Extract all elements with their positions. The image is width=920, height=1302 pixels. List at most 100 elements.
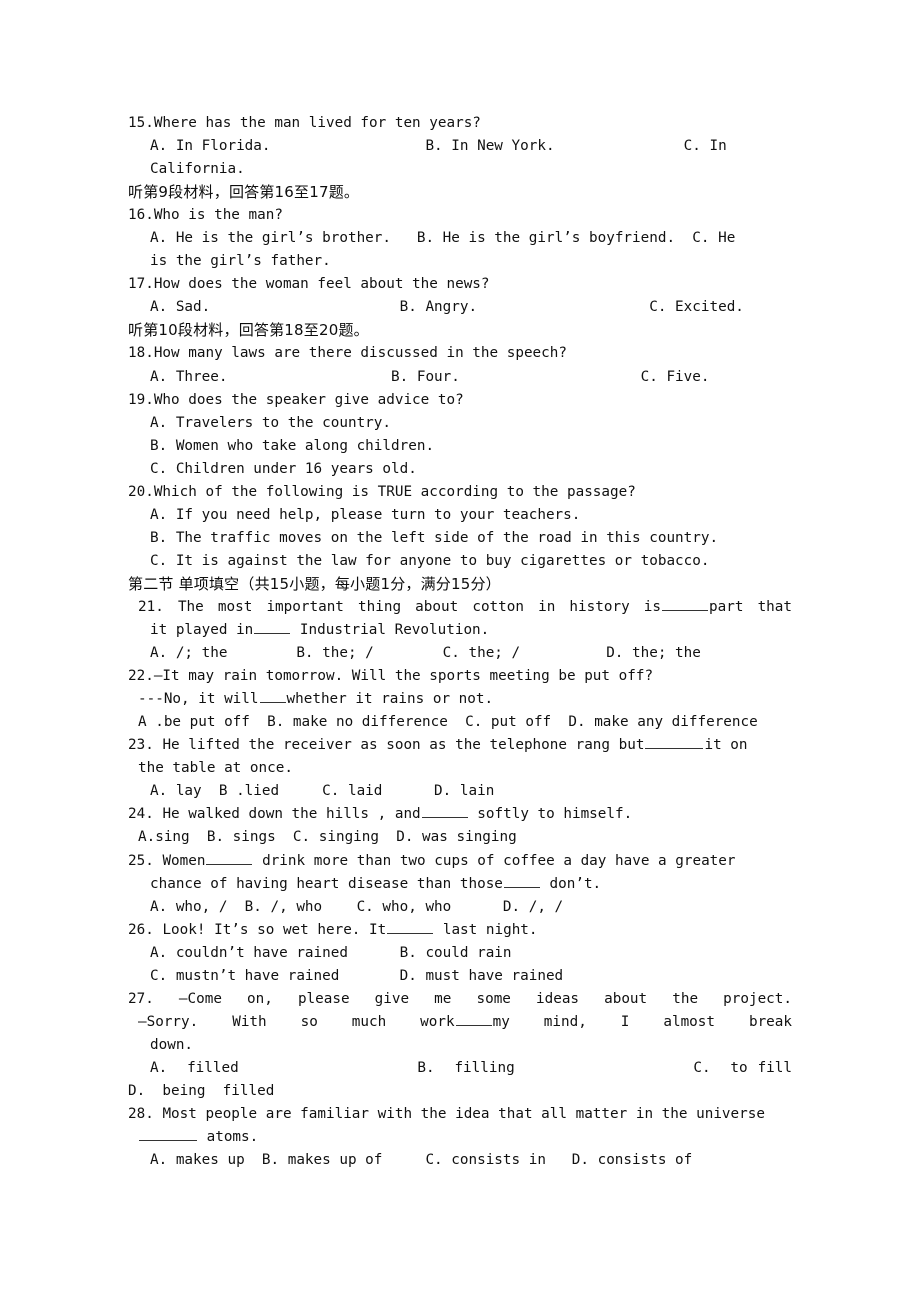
- q18-number: 18.: [128, 345, 154, 362]
- q19-stem-text: Who does the speaker give advice to?: [153, 391, 464, 408]
- q17-stem-text: How does the woman feel about the news?: [153, 276, 490, 293]
- question-16-options-line2: is the girl’s father.: [150, 253, 331, 270]
- q16-gap1: [391, 230, 417, 246]
- q22-stem-a: ---No, it will: [138, 691, 259, 708]
- q21-space2: [291, 622, 300, 638]
- question-20-stem: 20.Which of the following is TRUE accord…: [128, 481, 792, 504]
- section-two-heading: 第二节 单项填空（共15小题，每小题1分，满分15分）: [128, 574, 501, 593]
- q28-stem-text: Most people are familiar with the idea t…: [162, 1106, 765, 1123]
- q21-blank-1[interactable]: [662, 597, 709, 611]
- q26-blank-1[interactable]: [387, 920, 434, 934]
- q22-blank-1[interactable]: [259, 689, 286, 704]
- question-21-options: A. /; the B. the; / C. the; / D. the; th…: [150, 645, 701, 662]
- q24-number: 24.: [128, 806, 154, 823]
- q19-number: 19.: [128, 391, 154, 408]
- question-19-option-a: A. Travelers to the country.: [150, 414, 392, 431]
- q23-blank-1[interactable]: [645, 735, 704, 750]
- q15-number: 15.: [128, 115, 154, 131]
- question-23-options: A. lay B .lied C. laid D. lain: [150, 783, 495, 800]
- question-15-stem: 15.Where has the man lived for ten years…: [128, 112, 792, 135]
- q23-stem-b: it on: [704, 737, 748, 754]
- q21-blank-2[interactable]: [254, 620, 291, 635]
- q21-number: 21.: [138, 598, 164, 615]
- q28-blank-1[interactable]: [139, 1127, 197, 1142]
- question-23-stem-line1: 23. He lifted the receiver as soon as th…: [128, 734, 792, 757]
- q25-space2: [253, 853, 262, 869]
- question-19-stem: 19.Who does the speaker give advice to?: [128, 389, 792, 412]
- question-22-stem-line2: ---No, it will whether it rains or not.: [128, 688, 792, 711]
- exam-page: 15.Where has the man lived for ten years…: [0, 0, 920, 1302]
- question-27-options-line2: D. being filled: [128, 1082, 275, 1099]
- question-26-options-line2: C. mustn’t have rained D. must have rain…: [150, 967, 564, 984]
- question-18-stem: 18.How many laws are there discussed in …: [128, 342, 792, 365]
- q22-number: 22.: [128, 668, 154, 685]
- q27-number: 27.: [128, 990, 154, 1007]
- page-content: 15.Where has the man lived for ten years…: [128, 112, 792, 1172]
- question-17-options: A. Sad. B. Angry. C. Excited.: [150, 299, 744, 316]
- q28-space2: [198, 1129, 207, 1145]
- question-15-options: A. In Florida. B. In New York. C. In Cal…: [150, 138, 736, 178]
- q24-space2: [469, 806, 478, 822]
- q28-number: 28.: [128, 1106, 154, 1123]
- q16-number: 16.: [128, 207, 154, 224]
- q23-number: 23.: [128, 737, 154, 754]
- q17-number: 17.: [128, 276, 154, 293]
- q27-blank-1[interactable]: [455, 1012, 492, 1026]
- q21-stem-d: Industrial Revolution.: [299, 622, 490, 639]
- question-22-stem-line1: 22.—It may rain tomorrow. Will the sport…: [128, 665, 792, 688]
- q28-stem-b: atoms.: [206, 1129, 259, 1146]
- question-21-stem-line2: it played in Industrial Revolution.: [128, 619, 792, 642]
- question-20-option-b: B. The traffic moves on the left side of…: [150, 529, 719, 546]
- question-20-option-a: A. If you need help, please turn to your…: [150, 506, 581, 523]
- q26-space2: [434, 922, 443, 938]
- q15-stem-text: Where has the man lived for ten years?: [153, 115, 481, 131]
- q16-stem-text: Who is the man?: [153, 207, 283, 224]
- q27-stem-text: —Come on, please give me some ideas abou…: [178, 990, 792, 1007]
- q25-blank-1[interactable]: [206, 850, 253, 865]
- question-23-stem-line2: the table at once.: [138, 760, 293, 777]
- question-18-options: A. Three. B. Four. C. Five.: [150, 368, 710, 385]
- q25-stem-a: Women: [162, 852, 206, 869]
- question-28-options: A. makes up B. makes up of C. consists i…: [150, 1152, 693, 1169]
- q21-space1: [164, 599, 178, 615]
- question-25-stem-line2: chance of having heart disease than thos…: [128, 873, 792, 896]
- q16-gap2: [675, 230, 692, 246]
- question-27-stem-line1: 27. —Come on, please give me some ideas …: [128, 988, 792, 1011]
- q25-number: 25.: [128, 852, 154, 869]
- question-27-stem-line3: down.: [150, 1036, 194, 1053]
- q24-stem-a: He walked down the hills , and: [162, 806, 421, 823]
- q25-space3: [541, 876, 550, 892]
- question-19-option-b: B. Women who take along children.: [150, 437, 435, 454]
- question-26-options-line1: A. couldn’t have rained B. could rain: [150, 944, 512, 961]
- question-16-stem: 16.Who is the man?: [128, 204, 792, 227]
- question-16-options-line1: A. He is the girl’s brother. B. He is th…: [128, 227, 792, 250]
- q27-space1: [154, 991, 179, 1007]
- question-24-options: A.sing B. sings C. singing D. was singin…: [138, 829, 517, 846]
- question-26-stem: 26. Look! It’s so wet here. It last nigh…: [128, 919, 792, 942]
- q25-stem-c: chance of having heart disease than thos…: [150, 875, 503, 892]
- q16-option-b: B. He is the girl’s boyfriend.: [416, 230, 676, 247]
- q25-blank-2[interactable]: [503, 873, 540, 888]
- q26-number: 26.: [128, 921, 154, 938]
- listening-direction-10: 听第10段材料，回答第18至20题。: [128, 321, 369, 340]
- q22-stem-b: whether it rains or not.: [286, 691, 494, 708]
- question-27-stem-line2: —Sorry. With so much work my mind, I almo…: [128, 1011, 792, 1034]
- q16-option-c-head: C. He: [692, 230, 736, 247]
- question-28-stem-line1: 28. Most people are familiar with the id…: [128, 1103, 792, 1126]
- q24-stem-b: softly to himself.: [477, 806, 633, 823]
- q26-stem-a: Look! It’s so wet here. It: [162, 921, 387, 938]
- q21-stem-b: part that: [709, 598, 793, 615]
- q25-stem-d: don’t.: [549, 875, 602, 892]
- q20-number: 20.: [128, 483, 154, 500]
- question-22-options: A .be put off B. make no difference C. p…: [138, 714, 758, 731]
- question-25-options: A. who, / B. /, who C. who, who D. /, /: [150, 898, 564, 915]
- q20-stem-text: Which of the following is TRUE according…: [153, 483, 636, 500]
- q16-option-a: A. He is the girl’s brother.: [150, 230, 392, 247]
- listening-direction-9: 听第9段材料，回答第16至17题。: [128, 183, 360, 202]
- question-20-option-c: C. It is against the law for anyone to b…: [150, 552, 710, 569]
- q24-blank-1[interactable]: [421, 804, 468, 819]
- question-17-stem: 17.How does the woman feel about the new…: [128, 273, 792, 296]
- question-27-options-line1: A. filled B. filling C. to fill: [150, 1059, 792, 1076]
- question-25-stem-line1: 25. Women drink more than two cups of co…: [128, 850, 792, 873]
- question-21-stem-line1: 21. The most important thing about cotto…: [128, 596, 792, 619]
